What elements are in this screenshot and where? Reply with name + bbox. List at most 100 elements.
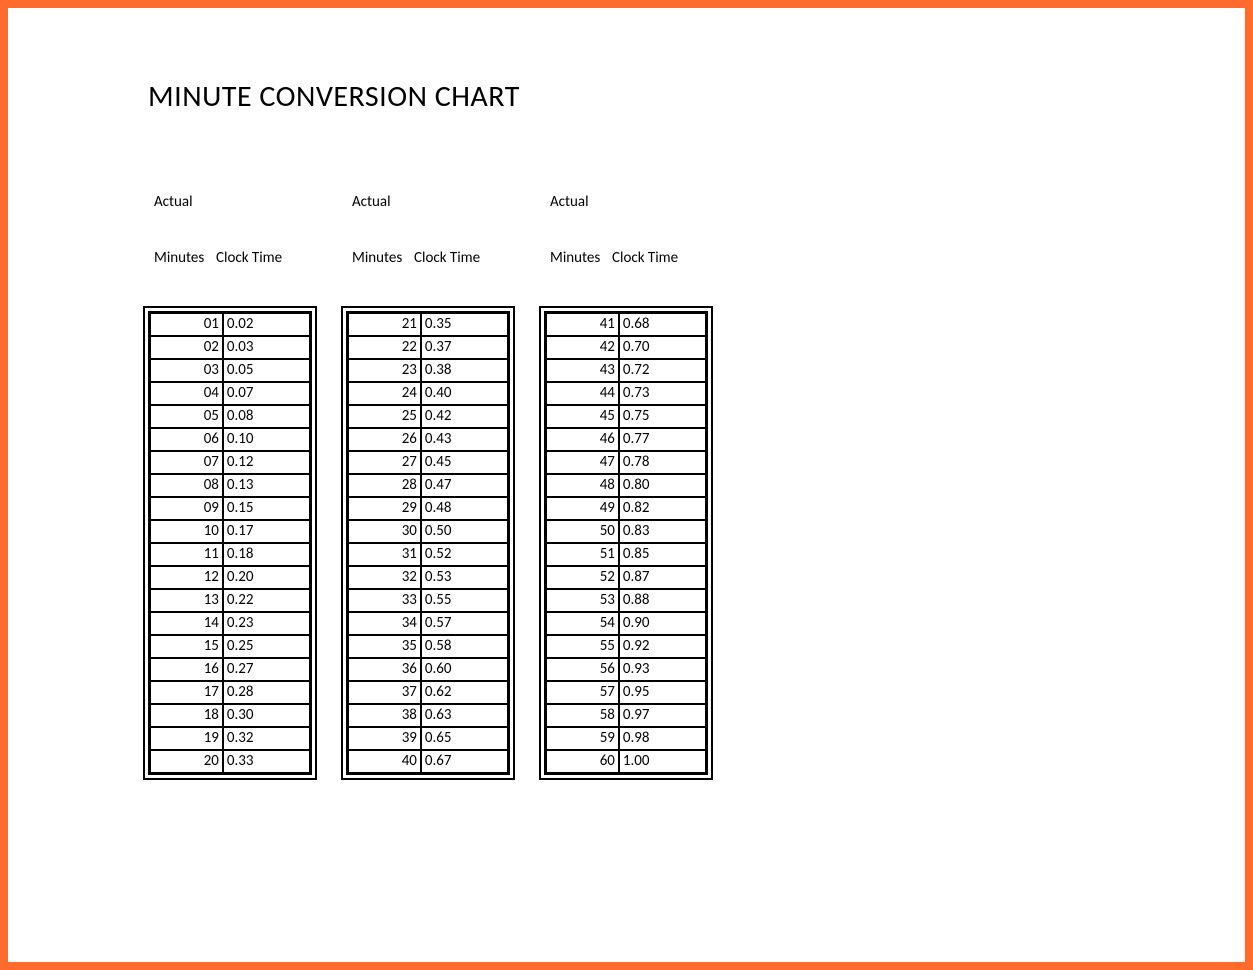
table-columns: Actual Minutes Clock Time 010.02 020.03 … — [148, 155, 1245, 775]
minutes-cell: 29 — [348, 497, 421, 520]
table-row: 200.33 — [150, 750, 310, 773]
column-header: Actual Minutes Clock Time — [352, 155, 514, 305]
clock-cell: 0.78 — [619, 451, 706, 474]
clock-cell: 0.57 — [421, 612, 508, 635]
header-actual: Actual — [550, 193, 612, 212]
minutes-cell: 40 — [348, 750, 421, 773]
clock-cell: 0.43 — [421, 428, 508, 451]
table-row: 080.13 — [150, 474, 310, 497]
clock-cell: 0.08 — [223, 405, 310, 428]
clock-cell: 0.52 — [421, 543, 508, 566]
clock-cell: 0.33 — [223, 750, 310, 773]
minutes-cell: 52 — [546, 566, 619, 589]
clock-cell: 0.25 — [223, 635, 310, 658]
minutes-cell: 05 — [150, 405, 223, 428]
minutes-cell: 19 — [150, 727, 223, 750]
clock-cell: 0.17 — [223, 520, 310, 543]
table-row: 240.40 — [348, 382, 508, 405]
minutes-cell: 16 — [150, 658, 223, 681]
page-title: MINUTE CONVERSION CHART — [148, 78, 1245, 115]
table-row: 010.02 — [150, 313, 310, 336]
minutes-cell: 10 — [150, 520, 223, 543]
header-clock-time: Clock Time — [216, 249, 282, 268]
minutes-cell: 38 — [348, 704, 421, 727]
table-row: 160.27 — [150, 658, 310, 681]
table-row: 550.92 — [546, 635, 706, 658]
header-minutes: Minutes — [352, 249, 414, 268]
minutes-cell: 09 — [150, 497, 223, 520]
table-row: 530.88 — [546, 589, 706, 612]
header-actual: Actual — [352, 193, 414, 212]
table-row: 150.25 — [150, 635, 310, 658]
table-row: 110.18 — [150, 543, 310, 566]
minutes-cell: 33 — [348, 589, 421, 612]
minutes-cell: 27 — [348, 451, 421, 474]
minutes-cell: 36 — [348, 658, 421, 681]
table-row: 290.48 — [348, 497, 508, 520]
column-2: Actual Minutes Clock Time 210.35 220.37 … — [346, 155, 514, 775]
minutes-cell: 30 — [348, 520, 421, 543]
table-row: 450.75 — [546, 405, 706, 428]
clock-cell: 1.00 — [619, 750, 706, 773]
table-row: 601.00 — [546, 750, 706, 773]
table-row: 140.23 — [150, 612, 310, 635]
minutes-cell: 14 — [150, 612, 223, 635]
minutes-cell: 42 — [546, 336, 619, 359]
table-row: 270.45 — [348, 451, 508, 474]
table-row: 100.17 — [150, 520, 310, 543]
minutes-cell: 39 — [348, 727, 421, 750]
clock-cell: 0.13 — [223, 474, 310, 497]
minutes-cell: 32 — [348, 566, 421, 589]
minutes-cell: 60 — [546, 750, 619, 773]
clock-cell: 0.03 — [223, 336, 310, 359]
clock-cell: 0.70 — [619, 336, 706, 359]
table-row: 300.50 — [348, 520, 508, 543]
minutes-cell: 04 — [150, 382, 223, 405]
minutes-cell: 11 — [150, 543, 223, 566]
minutes-cell: 23 — [348, 359, 421, 382]
minutes-cell: 18 — [150, 704, 223, 727]
table-row: 380.63 — [348, 704, 508, 727]
table-row: 340.57 — [348, 612, 508, 635]
clock-cell: 0.97 — [619, 704, 706, 727]
table-row: 350.58 — [348, 635, 508, 658]
table-row: 120.20 — [150, 566, 310, 589]
clock-cell: 0.40 — [421, 382, 508, 405]
minutes-cell: 35 — [348, 635, 421, 658]
table-row: 170.28 — [150, 681, 310, 704]
minutes-cell: 06 — [150, 428, 223, 451]
table-row: 060.10 — [150, 428, 310, 451]
clock-cell: 0.20 — [223, 566, 310, 589]
minutes-cell: 47 — [546, 451, 619, 474]
clock-cell: 0.68 — [619, 313, 706, 336]
clock-cell: 0.67 — [421, 750, 508, 773]
table-row: 590.98 — [546, 727, 706, 750]
minutes-cell: 59 — [546, 727, 619, 750]
header-minutes: Minutes — [154, 249, 216, 268]
conversion-table-2: 210.35 220.37 230.38 240.40 250.42 260.4… — [346, 311, 510, 775]
minutes-cell: 55 — [546, 635, 619, 658]
table-row: 250.42 — [348, 405, 508, 428]
clock-cell: 0.38 — [421, 359, 508, 382]
clock-cell: 0.58 — [421, 635, 508, 658]
clock-cell: 0.37 — [421, 336, 508, 359]
minutes-cell: 02 — [150, 336, 223, 359]
table-row: 230.38 — [348, 359, 508, 382]
table-row: 130.22 — [150, 589, 310, 612]
minutes-cell: 34 — [348, 612, 421, 635]
clock-cell: 0.32 — [223, 727, 310, 750]
table-row: 180.30 — [150, 704, 310, 727]
table-row: 540.90 — [546, 612, 706, 635]
table-row: 480.80 — [546, 474, 706, 497]
column-3: Actual Minutes Clock Time 410.68 420.70 … — [544, 155, 712, 775]
clock-cell: 0.05 — [223, 359, 310, 382]
minutes-cell: 50 — [546, 520, 619, 543]
minutes-cell: 17 — [150, 681, 223, 704]
table-row: 320.53 — [348, 566, 508, 589]
clock-cell: 0.12 — [223, 451, 310, 474]
clock-cell: 0.15 — [223, 497, 310, 520]
clock-cell: 0.48 — [421, 497, 508, 520]
clock-cell: 0.87 — [619, 566, 706, 589]
table-row: 420.70 — [546, 336, 706, 359]
minutes-cell: 44 — [546, 382, 619, 405]
